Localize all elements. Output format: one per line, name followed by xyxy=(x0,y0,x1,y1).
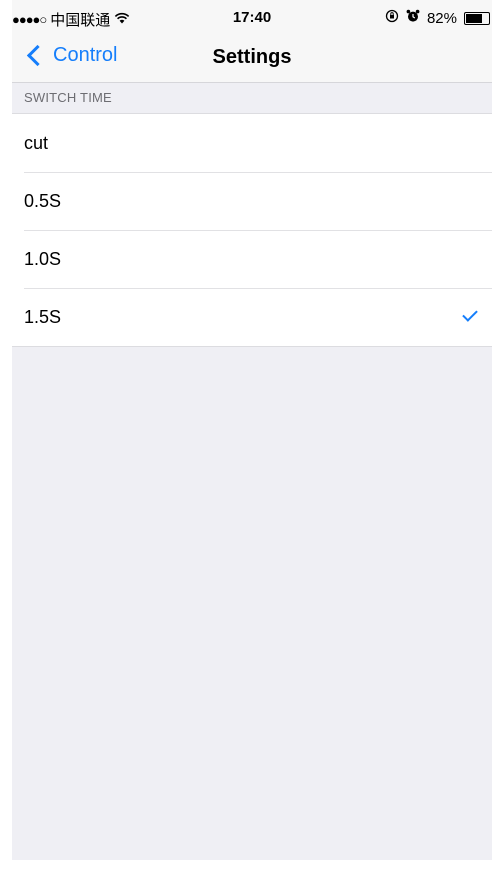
top-bar: ●●●●○ 中国联通 17:40 82% Control Settings xyxy=(12,0,492,83)
alarm-icon xyxy=(406,9,420,27)
status-bar: ●●●●○ 中国联通 17:40 82% xyxy=(12,0,492,38)
checkmark-icon xyxy=(462,306,478,322)
list-item-label: 1.5S xyxy=(24,307,62,327)
section-header-label: SWITCH TIME xyxy=(24,90,112,105)
list-item-0-5s[interactable]: 0.5S xyxy=(12,172,492,230)
list-item-cut[interactable]: cut xyxy=(12,114,492,172)
settings-screen: ●●●●○ 中国联通 17:40 82% Control Settings SW… xyxy=(12,0,492,860)
navigation-bar: Control Settings xyxy=(12,38,492,82)
status-right: 82% xyxy=(385,9,490,27)
battery-icon xyxy=(464,11,490,25)
orientation-lock-icon xyxy=(385,9,399,27)
list-item-1-5s[interactable]: 1.5S xyxy=(12,288,492,346)
list-item-1-0s[interactable]: 1.0S xyxy=(12,230,492,288)
switch-time-list: cut 0.5S 1.0S 1.5S xyxy=(12,113,492,347)
battery-level xyxy=(466,13,483,23)
battery-percent: 82% xyxy=(426,9,457,27)
phone-screen: ●●●●○ 中国联通 17:40 82% Control Settings SW… xyxy=(0,0,492,874)
list-item-label: 0.5S xyxy=(24,191,62,211)
list-item-label: 1.0S xyxy=(24,249,62,269)
page-title: Settings xyxy=(212,46,292,68)
section-header: SWITCH TIME xyxy=(12,83,492,113)
list-item-label: cut xyxy=(24,133,49,153)
